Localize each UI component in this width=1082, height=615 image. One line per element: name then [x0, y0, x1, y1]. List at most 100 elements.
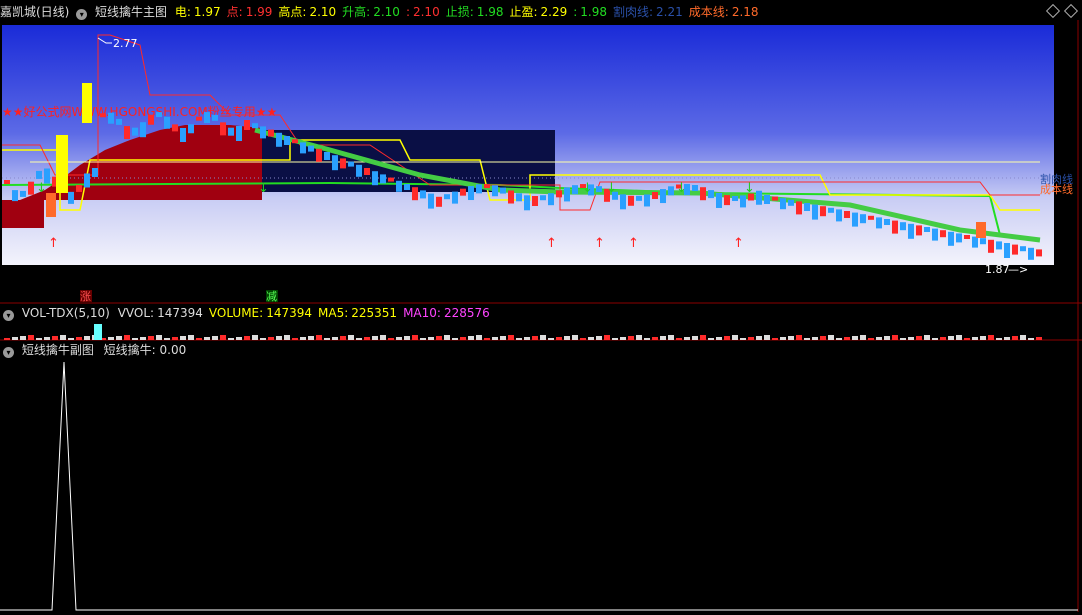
volume-bar [780, 337, 786, 340]
header-item: 成本线: 2.18 [689, 5, 759, 19]
candle [932, 228, 938, 241]
volume-bar [468, 336, 474, 340]
candle [940, 230, 946, 238]
candle [92, 168, 98, 178]
candle [884, 219, 890, 225]
volume-bar [220, 335, 226, 340]
candle [84, 173, 90, 188]
volume-bar [484, 338, 490, 340]
volume-bar [812, 337, 818, 340]
volume-bars [4, 324, 1042, 340]
candle [892, 220, 898, 234]
volume-bar [284, 335, 290, 340]
candle [644, 194, 650, 207]
volume-bar [932, 338, 938, 340]
volume-bar [292, 338, 298, 340]
header-item-key: 成本线: [688, 5, 729, 19]
header-item-key: 止损: [445, 5, 474, 19]
header-item-key: 止盈: [509, 5, 538, 19]
volume-bar [876, 337, 882, 340]
candle [804, 203, 810, 211]
volume-item-value: 147394 [266, 306, 312, 320]
volume-bar [44, 337, 50, 340]
sub-spike [0, 361, 1078, 611]
volume-bar [60, 335, 66, 340]
volume-bar [580, 338, 586, 340]
volume-bar [540, 335, 546, 340]
candle [980, 238, 986, 245]
candle [700, 187, 706, 201]
volume-bar [412, 335, 418, 340]
candle [188, 124, 194, 134]
volume-bar [276, 336, 282, 340]
candle [252, 123, 258, 129]
candle [172, 124, 178, 132]
settings-icon[interactable]: ▾ [3, 347, 14, 358]
candle [1004, 243, 1010, 258]
volume-bar [372, 336, 378, 340]
candle [268, 129, 274, 137]
volume-bar [228, 338, 234, 340]
settings-icon[interactable]: ▾ [3, 310, 14, 321]
candle [388, 177, 394, 182]
volume-bar [588, 337, 594, 340]
volume-bar [900, 338, 906, 340]
candle [116, 118, 122, 125]
down-marker: 减 [266, 290, 277, 303]
candle [956, 233, 962, 243]
candle [332, 155, 338, 171]
volume-bar [644, 338, 650, 340]
buy-arrow-icon: ↑ [48, 236, 59, 251]
settings-icon[interactable]: ▾ [76, 9, 88, 20]
volume-bar [348, 335, 354, 340]
volume-bar [36, 338, 42, 340]
low-label: 1.87 [985, 263, 1010, 276]
volume-bar [28, 335, 34, 340]
volume-bar [844, 337, 850, 340]
candle [108, 112, 114, 124]
candle [652, 192, 658, 200]
volume-bar [948, 336, 954, 340]
volume-bar [708, 338, 714, 340]
candle [364, 168, 370, 175]
candle [756, 190, 762, 205]
high-label: 2.77 [113, 37, 138, 50]
candle [836, 209, 842, 222]
volume-bar [300, 337, 306, 340]
candle [300, 142, 306, 154]
volume-bar [252, 335, 258, 340]
candle [436, 196, 442, 207]
candle [396, 180, 402, 192]
stock-title[interactable]: 嘉凯城(日线) [0, 5, 69, 19]
volume-bar [188, 335, 194, 340]
volume-bar [508, 335, 514, 340]
candle [196, 116, 202, 121]
volume-name[interactable]: VOL-TDX(5,10) [22, 306, 110, 320]
volume-bar [892, 335, 898, 340]
volume-bar [492, 337, 498, 340]
candle [276, 132, 282, 147]
candle [772, 196, 778, 201]
candle [828, 207, 834, 213]
header-item-value: 2.10 [412, 5, 440, 19]
indicator-name[interactable]: 短线擒牛主图 [95, 5, 167, 19]
volume-bar [692, 336, 698, 340]
volume-bar [340, 336, 346, 340]
volume-bar [796, 335, 802, 340]
volume-bar [404, 336, 410, 340]
candle [452, 191, 458, 204]
buy-arrow-icon: ↑ [628, 236, 639, 251]
volume-bar [196, 338, 202, 340]
candle [548, 193, 554, 206]
candle [4, 180, 10, 184]
candle [916, 225, 922, 236]
sub-name[interactable]: 短线擒牛副图 [22, 343, 94, 357]
header-item-value: 2.29 [540, 5, 568, 19]
candle [380, 174, 386, 184]
header-item-key: 电: [174, 5, 191, 19]
volume-bar [76, 337, 82, 340]
volume-bar [684, 337, 690, 340]
header-item-value: 2.10 [309, 5, 337, 19]
volume-bar [940, 337, 946, 340]
header-item-key: : [573, 5, 578, 19]
